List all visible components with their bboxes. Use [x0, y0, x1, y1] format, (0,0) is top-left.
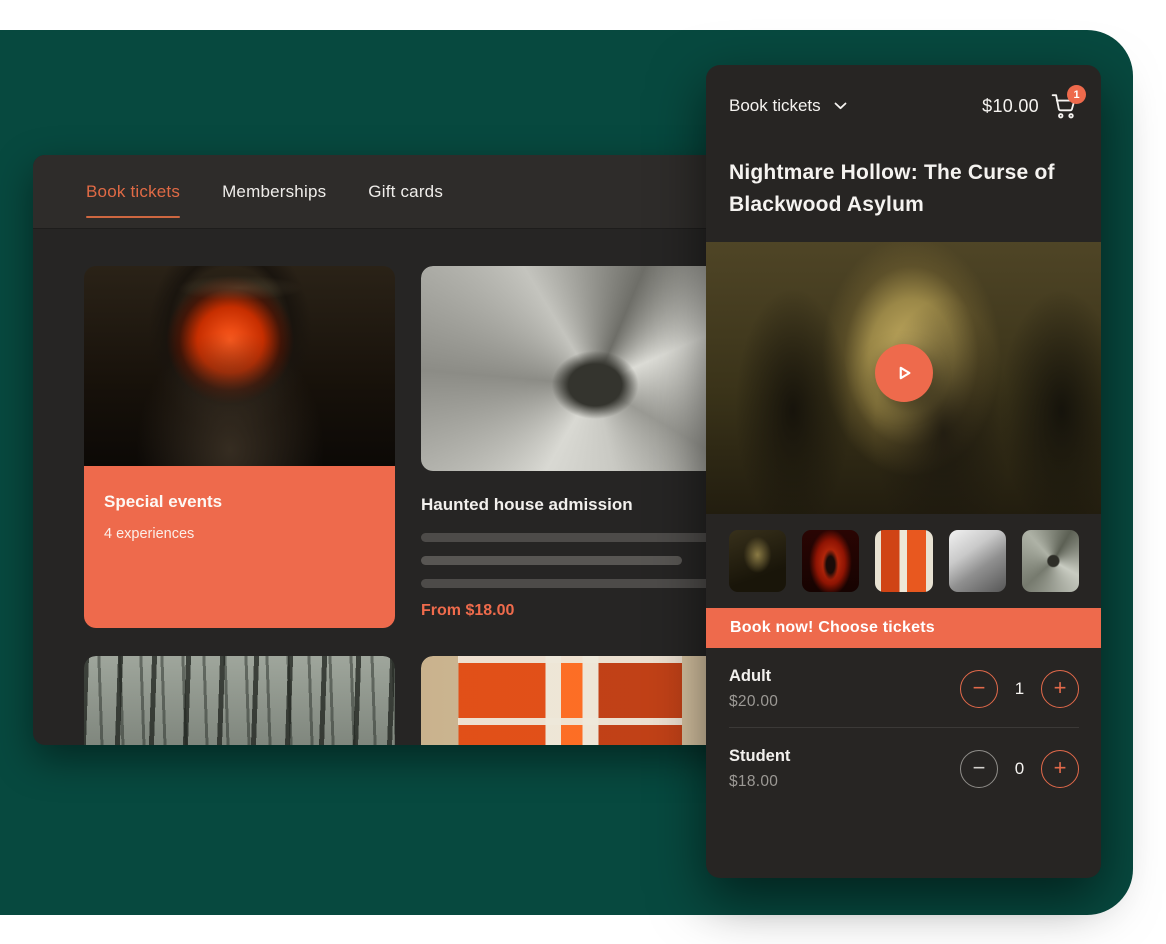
skeleton-line: [421, 533, 732, 542]
ticket-name: Student: [729, 747, 790, 766]
ticket-row-student: Student $18.00 − 0 +: [729, 728, 1079, 807]
quantity-value: 0: [1013, 759, 1026, 779]
thumbnail-spiral-stairwell[interactable]: [1022, 530, 1079, 592]
increase-quantity-button[interactable]: +: [1041, 750, 1079, 788]
play-button[interactable]: [875, 344, 933, 402]
card-title: Haunted house admission: [421, 495, 732, 515]
card-haunted-house-admission[interactable]: Haunted house admission From $18.00: [421, 266, 732, 628]
decrease-quantity-button[interactable]: −: [960, 750, 998, 788]
ticket-list: Adult $20.00 − 1 + Student $18.00 − 0 +: [706, 648, 1101, 807]
card-subtitle: 4 experiences: [104, 526, 375, 542]
thumbnail-red-lit-doors[interactable]: [875, 530, 932, 592]
tab-book-tickets[interactable]: Book tickets: [86, 182, 180, 202]
book-now-banner: Book now! Choose tickets: [706, 608, 1101, 648]
desktop-booking-widget: Book tickets Memberships Gift cards Spec…: [33, 155, 760, 745]
ticket-row-adult: Adult $20.00 − 1 +: [729, 648, 1079, 728]
special-events-info: Special events 4 experiences: [84, 466, 395, 628]
thumbnail-attic-room[interactable]: [949, 530, 1006, 592]
quantity-value: 1: [1013, 679, 1026, 699]
ticket-info: Adult $20.00: [729, 667, 778, 711]
event-video: [706, 242, 1101, 514]
red-window-image: [421, 656, 732, 745]
experience-card-grid: Special events 4 experiences Haunted hou…: [33, 229, 733, 745]
thumbnail-red-doorway[interactable]: [802, 530, 859, 592]
card-special-events[interactable]: Special events 4 experiences: [84, 266, 395, 628]
dropdown-label: Book tickets: [729, 96, 821, 116]
thumbnail-zombies-group[interactable]: [729, 530, 786, 592]
ticket-price: $20.00: [729, 693, 778, 711]
skeleton-line: [421, 579, 732, 588]
page: Book tickets Memberships Gift cards Spec…: [0, 0, 1166, 944]
quantity-stepper: − 0 +: [960, 750, 1079, 788]
tab-memberships[interactable]: Memberships: [222, 182, 326, 202]
card-title: Special events: [104, 492, 375, 512]
card-forest-experience[interactable]: [84, 656, 395, 745]
ticket-info: Student $18.00: [729, 747, 790, 791]
skeleton-line: [421, 556, 682, 565]
stairwell-image: [421, 266, 732, 471]
play-icon: [891, 360, 917, 386]
mobile-booking-widget: Book tickets $10.00 1 Nightmare Hollow: …: [706, 65, 1101, 878]
price-from-label: From $18.00: [421, 602, 732, 620]
chevron-down-icon: [834, 102, 847, 110]
description-placeholder: [421, 533, 732, 588]
quantity-stepper: − 1 +: [960, 670, 1079, 708]
cart-button[interactable]: 1: [1051, 93, 1077, 119]
pumpkin-figure-image: [84, 266, 395, 466]
book-tickets-dropdown[interactable]: Book tickets: [729, 96, 847, 116]
tab-bar: Book tickets Memberships Gift cards: [33, 155, 760, 229]
foggy-forest-image: [84, 656, 395, 745]
cart-total: $10.00: [982, 96, 1039, 117]
tab-gift-cards[interactable]: Gift cards: [368, 182, 443, 202]
decrease-quantity-button[interactable]: −: [960, 670, 998, 708]
event-title: Nightmare Hollow: The Curse of Blackwood…: [729, 157, 1077, 221]
ticket-name: Adult: [729, 667, 778, 686]
thumbnail-strip: [706, 514, 1101, 592]
cart-count-badge: 1: [1067, 85, 1086, 104]
mobile-header: Book tickets $10.00 1: [706, 65, 1101, 119]
ticket-price: $18.00: [729, 773, 790, 791]
cart-area: $10.00 1: [982, 93, 1077, 119]
increase-quantity-button[interactable]: +: [1041, 670, 1079, 708]
card-window-experience[interactable]: [421, 656, 732, 745]
